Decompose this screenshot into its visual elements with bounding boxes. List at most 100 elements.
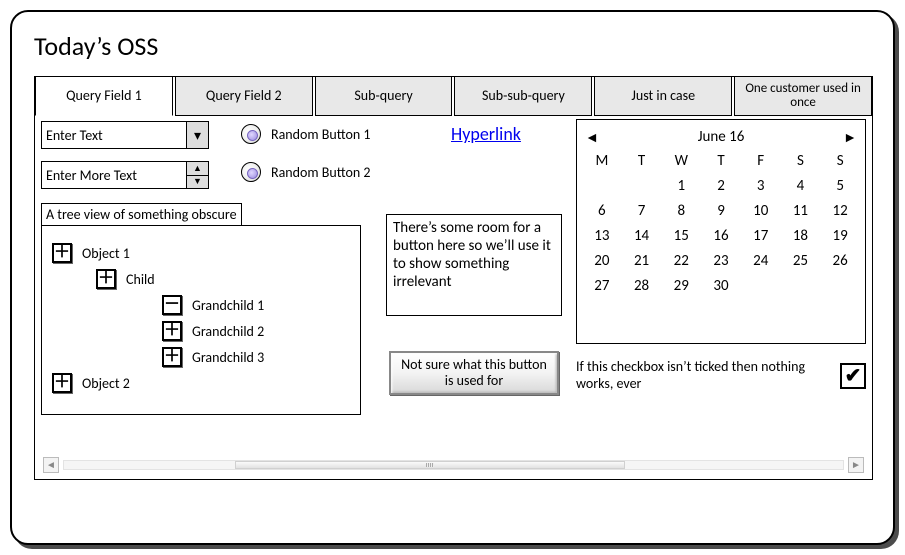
tree-node-object-1[interactable]: ＋ Object 1 bbox=[52, 240, 350, 266]
critical-checkbox[interactable]: ✔ bbox=[840, 363, 866, 389]
calendar-header: ◄ June 16 ► bbox=[583, 126, 859, 148]
calendar-day[interactable]: 22 bbox=[662, 250, 700, 272]
calendar-day[interactable]: 19 bbox=[821, 225, 859, 247]
info-text: There’s some room for a button here so w… bbox=[386, 214, 562, 316]
calendar-month: June 16 bbox=[698, 128, 745, 146]
calendar-day[interactable]: 15 bbox=[662, 225, 700, 247]
critical-checkbox-row: If this checkbox isn’t ticked then nothi… bbox=[576, 359, 866, 393]
calendar-weekday: W bbox=[662, 150, 700, 172]
tab-query-field-2[interactable]: Query Field 2 bbox=[175, 76, 313, 116]
tree-view: A tree view of something obscure ＋ Objec… bbox=[41, 203, 361, 415]
tree-node-label: Grandchild 2 bbox=[192, 323, 264, 340]
calendar-weekday: S bbox=[821, 150, 859, 172]
calendar-empty-cell bbox=[583, 175, 621, 197]
radio-option-2[interactable]: Random Button 2 bbox=[241, 162, 370, 182]
calendar-day[interactable]: 2 bbox=[702, 175, 740, 197]
calendar-weekday: F bbox=[742, 150, 780, 172]
combo-value: Enter Text bbox=[42, 127, 186, 144]
expand-icon[interactable]: ＋ bbox=[52, 373, 72, 393]
calendar-day[interactable]: 26 bbox=[821, 250, 859, 272]
tree-node-label: Child bbox=[126, 271, 155, 288]
chevron-down-icon[interactable]: ▾ bbox=[186, 122, 208, 148]
tab-sub-sub-query[interactable]: Sub-sub-query bbox=[454, 76, 592, 116]
radio-option-1[interactable]: Random Button 1 bbox=[241, 124, 370, 144]
calendar-day[interactable]: 21 bbox=[623, 250, 661, 272]
calendar-day[interactable]: 14 bbox=[623, 225, 661, 247]
calendar-day[interactable]: 17 bbox=[742, 225, 780, 247]
calendar-grid: MTWTFSS123456789101112131415161718192021… bbox=[583, 150, 859, 297]
calendar-day[interactable]: 25 bbox=[782, 250, 820, 272]
tree-node-child[interactable]: ＋ Child bbox=[52, 266, 350, 292]
tree-node-grandchild-3[interactable]: ＋ Grandchild 3 bbox=[52, 344, 350, 370]
calendar-day[interactable]: 11 bbox=[782, 200, 820, 222]
calendar-day[interactable]: 30 bbox=[702, 275, 740, 297]
calendar-day[interactable]: 18 bbox=[782, 225, 820, 247]
tree-node-label: Grandchild 1 bbox=[192, 297, 264, 314]
tree-title: A tree view of something obscure bbox=[41, 203, 242, 226]
tree-node-label: Object 2 bbox=[82, 375, 130, 392]
text-spinner[interactable]: Enter More Text ▲ ▼ bbox=[41, 161, 209, 189]
calendar-day[interactable]: 1 bbox=[662, 175, 700, 197]
tab-one-customer[interactable]: One customer used in once bbox=[734, 76, 872, 116]
calendar-weekday: T bbox=[623, 150, 661, 172]
expand-icon[interactable]: ＋ bbox=[52, 243, 72, 263]
app-window: Today’s OSS Query Field 1 Query Field 2 … bbox=[10, 10, 895, 545]
calendar-day[interactable]: 16 bbox=[702, 225, 740, 247]
calendar-day[interactable]: 28 bbox=[623, 275, 661, 297]
scroll-thumb[interactable] bbox=[235, 461, 625, 469]
spinner-down-icon[interactable]: ▼ bbox=[187, 175, 208, 189]
collapse-icon[interactable]: － bbox=[162, 295, 182, 315]
spinner-buttons: ▲ ▼ bbox=[186, 162, 208, 188]
expand-icon[interactable]: ＋ bbox=[162, 347, 182, 367]
calendar-day[interactable]: 7 bbox=[623, 200, 661, 222]
horizontal-scrollbar[interactable]: ◄ ► bbox=[43, 457, 864, 473]
calendar-prev-icon[interactable]: ◄ bbox=[583, 129, 601, 146]
tab-sub-query[interactable]: Sub-query bbox=[315, 76, 453, 116]
scroll-left-icon[interactable]: ◄ bbox=[43, 457, 59, 473]
calendar-day[interactable]: 6 bbox=[583, 200, 621, 222]
tree-node-object-2[interactable]: ＋ Object 2 bbox=[52, 370, 350, 396]
tab-query-field-1[interactable]: Query Field 1 bbox=[35, 76, 173, 116]
checkmark-icon: ✔ bbox=[845, 363, 862, 388]
calendar-day[interactable]: 20 bbox=[583, 250, 621, 272]
calendar-day[interactable]: 29 bbox=[662, 275, 700, 297]
calendar-day[interactable]: 23 bbox=[702, 250, 740, 272]
tree-node-label: Object 1 bbox=[82, 245, 130, 262]
expand-icon[interactable]: ＋ bbox=[162, 321, 182, 341]
tab-bar: Query Field 1 Query Field 2 Sub-query Su… bbox=[35, 76, 872, 116]
radio-label: Random Button 1 bbox=[271, 126, 370, 143]
calendar-day[interactable]: 4 bbox=[782, 175, 820, 197]
calendar-day[interactable]: 13 bbox=[583, 225, 621, 247]
calendar-day[interactable]: 5 bbox=[821, 175, 859, 197]
calendar: ◄ June 16 ► MTWTFSS123456789101112131415… bbox=[576, 119, 866, 344]
calendar-next-icon[interactable]: ► bbox=[841, 129, 859, 146]
calendar-day[interactable]: 27 bbox=[583, 275, 621, 297]
radio-icon bbox=[241, 162, 261, 182]
calendar-day[interactable]: 10 bbox=[742, 200, 780, 222]
scroll-track[interactable] bbox=[63, 460, 844, 470]
tab-just-in-case[interactable]: Just in case bbox=[594, 76, 732, 116]
expand-icon[interactable]: ＋ bbox=[96, 269, 116, 289]
grip-icon bbox=[426, 463, 434, 467]
spinner-up-icon[interactable]: ▲ bbox=[187, 162, 208, 175]
hyperlink[interactable]: Hyperlink bbox=[451, 123, 521, 145]
scroll-right-icon[interactable]: ► bbox=[848, 457, 864, 473]
mystery-button[interactable]: Not sure what this button is used for bbox=[389, 351, 559, 395]
tree-node-grandchild-2[interactable]: ＋ Grandchild 2 bbox=[52, 318, 350, 344]
tree-node-grandchild-1[interactable]: － Grandchild 1 bbox=[52, 292, 350, 318]
tab-content: Enter Text ▾ Enter More Text ▲ ▼ Random … bbox=[41, 121, 866, 451]
calendar-day[interactable]: 12 bbox=[821, 200, 859, 222]
radio-icon bbox=[241, 124, 261, 144]
calendar-weekday: T bbox=[702, 150, 740, 172]
checkbox-label: If this checkbox isn’t ticked then nothi… bbox=[576, 359, 830, 393]
spinner-value: Enter More Text bbox=[42, 167, 186, 184]
tree-node-label: Grandchild 3 bbox=[192, 349, 264, 366]
page-title: Today’s OSS bbox=[34, 30, 871, 62]
radio-label: Random Button 2 bbox=[271, 164, 370, 181]
calendar-day[interactable]: 24 bbox=[742, 250, 780, 272]
calendar-day[interactable]: 9 bbox=[702, 200, 740, 222]
calendar-weekday: M bbox=[583, 150, 621, 172]
calendar-day[interactable]: 8 bbox=[662, 200, 700, 222]
text-combo[interactable]: Enter Text ▾ bbox=[41, 121, 209, 149]
calendar-day[interactable]: 3 bbox=[742, 175, 780, 197]
